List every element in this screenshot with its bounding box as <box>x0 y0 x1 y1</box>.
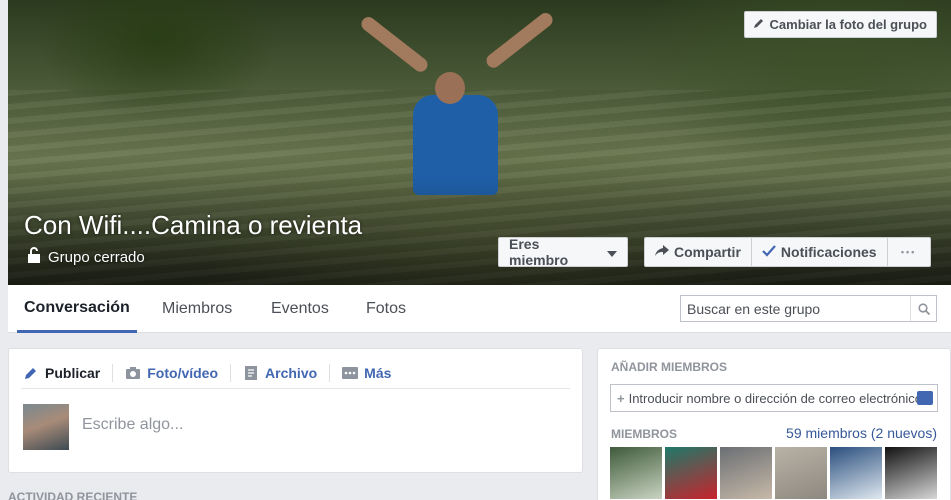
members-heading: MIEMBROS <box>611 427 677 441</box>
member-status-button[interactable]: Eres miembro <box>498 236 628 268</box>
avatar[interactable] <box>23 404 69 450</box>
add-members-placeholder: Introducir nombre o dirección de correo … <box>628 390 933 406</box>
composer-tab-photo-video[interactable]: Foto/vídeo <box>113 363 232 382</box>
notifications-button[interactable]: Notificaciones <box>752 238 888 266</box>
tab-label: Eventos <box>271 300 329 317</box>
caret-down-icon <box>607 244 617 260</box>
search-input[interactable]: Buscar en este grupo <box>681 301 910 317</box>
member-thumbnails <box>610 447 937 499</box>
member-thumb[interactable] <box>610 447 662 499</box>
group-actions: Compartir Notificaciones ••• <box>644 237 931 267</box>
cover-figure-head <box>435 72 465 104</box>
member-thumb[interactable] <box>665 447 717 499</box>
cover-photo: Cambiar la foto del grupo Con Wifi....Ca… <box>8 0 951 285</box>
pencil-icon <box>753 17 765 32</box>
members-count-link[interactable]: 59 miembros (2 nuevos) <box>786 425 937 441</box>
composer-tab-label: Archivo <box>265 364 318 381</box>
composer-tab-publish[interactable]: Publicar <box>21 363 114 382</box>
more-icon <box>342 365 359 381</box>
member-thumb[interactable] <box>885 447 937 499</box>
search-icon[interactable] <box>910 296 936 321</box>
group-navbar: Conversación Miembros Eventos Fotos Busc… <box>8 285 951 333</box>
pencil-icon <box>23 365 39 381</box>
post-composer: Publicar Foto/vídeo Archivo Más Escribe … <box>8 348 583 473</box>
share-button[interactable]: Compartir <box>645 238 752 266</box>
recent-activity-heading: ACTIVIDAD RECIENTE <box>8 490 138 500</box>
file-icon <box>243 365 259 381</box>
group-privacy: Grupo cerrado <box>26 247 145 267</box>
share-label: Compartir <box>674 244 741 260</box>
composer-tab-label: Publicar <box>45 364 101 381</box>
composer-tab-file[interactable]: Archivo <box>231 363 331 382</box>
share-arrow-icon <box>655 244 669 260</box>
more-options-button[interactable]: ••• <box>888 238 930 266</box>
composer-tab-label: Foto/vídeo <box>147 364 219 381</box>
tab-events[interactable]: Eventos <box>271 285 329 333</box>
member-thumb[interactable] <box>775 447 827 499</box>
tab-label: Miembros <box>162 300 233 317</box>
tab-label: Conversación <box>24 298 130 316</box>
composer-tabs: Publicar Foto/vídeo Archivo Más <box>21 357 570 389</box>
cover-figure-arm-left <box>358 14 431 75</box>
member-thumb[interactable] <box>720 447 772 499</box>
notifications-label: Notificaciones <box>780 244 877 260</box>
tab-members[interactable]: Miembros <box>162 285 232 333</box>
member-thumb[interactable] <box>830 447 882 499</box>
member-status-label: Eres miembro <box>509 236 569 268</box>
composer-tab-label: Más <box>364 364 392 381</box>
contact-card-icon[interactable] <box>917 391 933 405</box>
tab-label: Fotos <box>366 300 407 317</box>
camera-icon <box>125 365 141 381</box>
tab-photos[interactable]: Fotos <box>366 285 406 333</box>
tab-conversation[interactable]: Conversación <box>17 285 137 333</box>
group-name[interactable]: Con Wifi....Camina o revienta <box>24 210 362 241</box>
add-members-input[interactable]: + Introducir nombre o dirección de corre… <box>610 384 938 412</box>
checkmark-icon <box>762 244 776 260</box>
group-search[interactable]: Buscar en este grupo <box>680 295 937 322</box>
more-dots-icon: ••• <box>900 247 917 257</box>
composer-tab-more[interactable]: Más <box>330 364 403 382</box>
composer-input[interactable]: Escribe algo... <box>82 416 183 434</box>
plus-icon: + <box>617 390 625 406</box>
add-members-heading: AÑADIR MIEMBROS <box>611 360 727 374</box>
change-cover-photo-button[interactable]: Cambiar la foto del grupo <box>743 11 937 38</box>
cover-figure-arm-right <box>483 10 556 71</box>
unlock-icon <box>26 247 42 267</box>
group-privacy-label: Grupo cerrado <box>48 248 145 266</box>
change-cover-photo-label: Cambiar la foto del grupo <box>769 17 927 32</box>
members-panel: AÑADIR MIEMBROS + Introducir nombre o di… <box>597 348 951 500</box>
